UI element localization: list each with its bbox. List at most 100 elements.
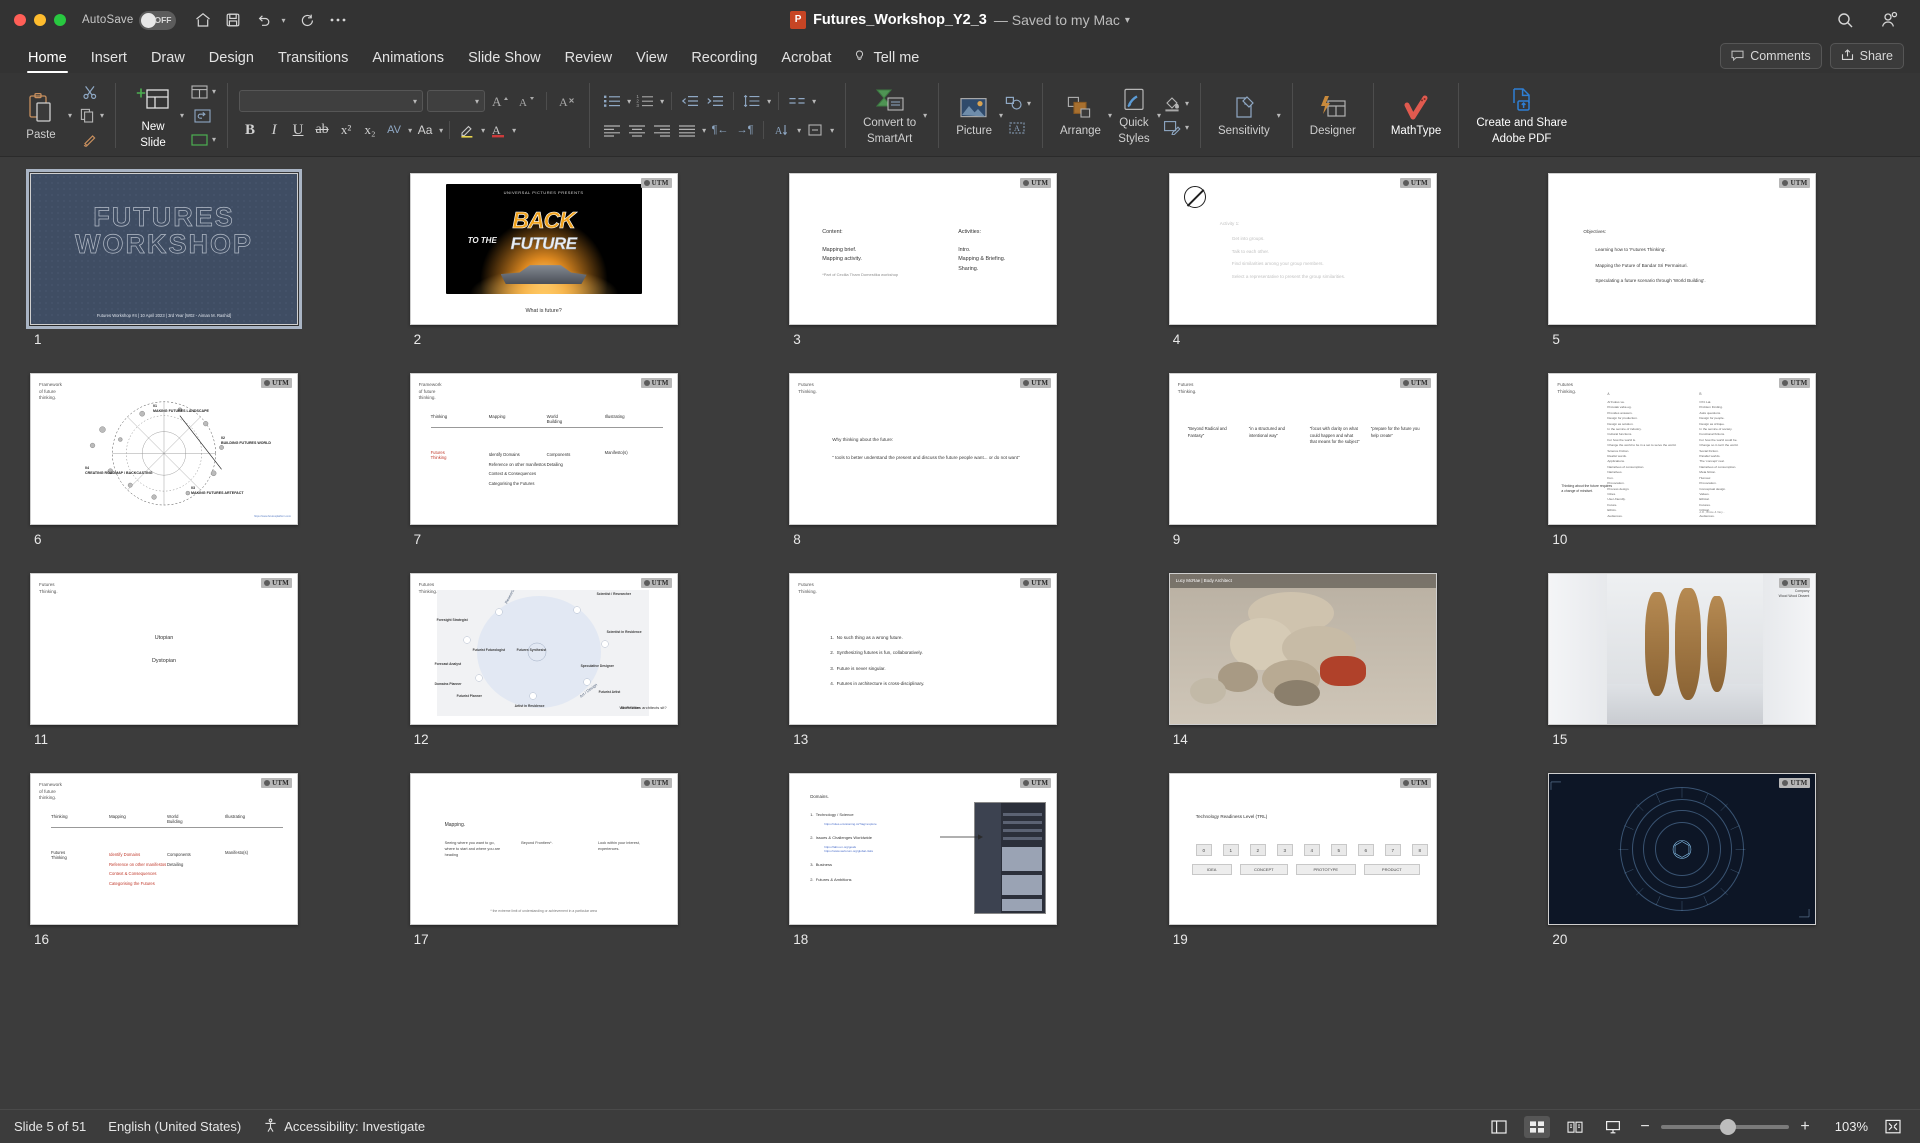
slide-6-link[interactable]: https://www.futuresplatform.com	[254, 515, 291, 518]
tab-view[interactable]: View	[624, 50, 679, 73]
slide-thumbnail-2[interactable]: UNIVERSAL PICTURES PRESENTS BACK TO THE …	[409, 173, 678, 325]
decrease-font-size-icon[interactable]: A	[515, 90, 537, 112]
share-button[interactable]: Share	[1829, 43, 1904, 69]
slide-thumbnail-4[interactable]: Activity 1: Get into groups. Talk to eac…	[1168, 173, 1437, 325]
create-share-adobe-pdf-button[interactable]: Create and Share Adobe PDF	[1470, 77, 1573, 154]
slide-thumbnail-16[interactable]: Framework of future thinking. Thinking M…	[30, 773, 298, 925]
document-menu-chevron-down-icon[interactable]: ▾	[1125, 15, 1130, 26]
paste-button[interactable]: Paste	[15, 77, 67, 154]
new-slide-button[interactable]: New Slide	[127, 77, 179, 154]
save-icon[interactable]	[220, 7, 246, 33]
format-painter-button[interactable]	[79, 129, 101, 151]
tab-insert[interactable]: Insert	[79, 50, 139, 73]
zoom-in-button[interactable]: +	[1798, 1118, 1812, 1136]
slide-thumbnail-19[interactable]: Technology Readiness Level (TRL) 0 1 2 3…	[1168, 773, 1437, 925]
slide-thumbnail-6[interactable]: Framework of future thinking. 01 MAKING …	[30, 373, 298, 525]
maximize-window-button[interactable]	[54, 14, 66, 26]
character-spacing-icon[interactable]: AV	[383, 119, 405, 141]
text-highlight-icon[interactable]	[456, 119, 478, 141]
minimize-window-button[interactable]	[34, 14, 46, 26]
columns-chevron-down-icon[interactable]: ▾	[812, 97, 816, 106]
close-window-button[interactable]	[14, 14, 26, 26]
bold-button[interactable]: B	[239, 119, 261, 141]
slide-sorter-grid[interactable]: FUTURES WORKSHOP Futures Workshop #4 | 1…	[0, 157, 1920, 1117]
shape-fill-button[interactable]: ▾	[1161, 93, 1189, 115]
normal-view-button[interactable]	[1486, 1116, 1512, 1138]
slide-cell[interactable]: UTM 20	[1548, 773, 1890, 973]
slide-thumbnail-3[interactable]: Content: Mapping brief. Mapping activity…	[789, 173, 1058, 325]
slide-cell[interactable]: Futures Thinking. 1. No such thing as a …	[789, 573, 1131, 773]
tab-review[interactable]: Review	[553, 50, 625, 73]
smartart-chevron-down-icon[interactable]: ▾	[922, 77, 927, 154]
copy-button[interactable]: ▾	[76, 105, 104, 127]
font-name-chevron-down-icon[interactable]: ▾	[413, 97, 417, 106]
slide-cell[interactable]: Futures Thinking. Research / Engineering…	[409, 573, 752, 773]
comments-button[interactable]: Comments	[1720, 43, 1822, 69]
slide-thumbnail-9[interactable]: Futures Thinking. "Beyond Radical and Fa…	[1168, 373, 1437, 525]
zoom-slider-track[interactable]	[1661, 1118, 1789, 1135]
slide-thumbnail-14[interactable]: Lucy McRae | Body Architect	[1168, 573, 1437, 725]
sensitivity-button[interactable]: Sensitivity	[1212, 77, 1276, 154]
change-case-icon[interactable]: Aa	[414, 119, 436, 141]
bullets-icon[interactable]	[601, 90, 623, 112]
autosave-control[interactable]: AutoSave OFF	[82, 10, 177, 30]
slide-cell[interactable]: FUTURES WORKSHOP Futures Workshop #4 | 1…	[26, 169, 372, 373]
search-icon[interactable]	[1832, 7, 1858, 33]
tab-slide-show[interactable]: Slide Show	[456, 50, 553, 73]
accessibility-status[interactable]: Accessibility: Investigate	[263, 1118, 425, 1136]
home-icon[interactable]	[190, 7, 216, 33]
slide-cell[interactable]: Mapping. Seeing where you want to go, wh…	[409, 773, 752, 973]
tab-draw[interactable]: Draw	[139, 50, 197, 73]
shape-outline-button[interactable]: ▾	[1161, 117, 1189, 139]
zoom-slider-handle[interactable]	[1719, 1118, 1736, 1135]
undo-chevron-down-icon[interactable]: ▾	[281, 16, 285, 25]
tab-transitions[interactable]: Transitions	[266, 50, 360, 73]
increase-font-size-icon[interactable]: A	[489, 90, 511, 112]
slide-thumbnail-8[interactable]: Futures Thinking. Why thinking about the…	[789, 373, 1058, 525]
slide-thumbnail-7[interactable]: Framework of future thinking. Thinking M…	[409, 373, 678, 525]
zoom-percentage[interactable]: 103%	[1824, 1119, 1868, 1134]
superscript-button[interactable]: x²	[335, 119, 357, 141]
slide-cell[interactable]: Domains. 1. Technology / Science https:/…	[789, 773, 1131, 973]
reset-slide-button[interactable]	[191, 105, 213, 127]
slide-cell[interactable]: External Project / Company Wood Wood Dis…	[1548, 573, 1890, 773]
slide-cell[interactable]: Framework of future thinking. Thinking M…	[30, 773, 372, 973]
subscript-button[interactable]: x₂	[359, 119, 381, 141]
quick-styles-button[interactable]: Quick Styles	[1112, 77, 1156, 154]
slide-18-link-0[interactable]: https://sites.envisioning.io/?tag=explor…	[824, 822, 960, 827]
underline-button[interactable]: U	[287, 119, 309, 141]
line-spacing-icon[interactable]	[741, 90, 763, 112]
slide-thumbnail-20[interactable]: UTM	[1548, 773, 1817, 925]
slide-thumbnail-13[interactable]: Futures Thinking. 1. No such thing as a …	[789, 573, 1058, 725]
italic-button[interactable]: I	[263, 119, 285, 141]
slide-cell[interactable]: Framework of future thinking. Thinking M…	[409, 373, 752, 573]
text-direction-chevron-down-icon[interactable]: ▾	[797, 126, 801, 135]
slide-cell[interactable]: Futures Thinking. Utopian Dystopian UTM …	[30, 573, 372, 773]
justify-icon[interactable]	[676, 119, 698, 141]
tab-home[interactable]: Home	[16, 50, 79, 73]
tab-acrobat[interactable]: Acrobat	[769, 50, 843, 73]
columns-icon[interactable]	[786, 90, 808, 112]
font-name-combobox[interactable]: ▾	[239, 90, 424, 112]
align-text-icon[interactable]	[804, 119, 826, 141]
zoom-slider-control[interactable]: − +	[1638, 1118, 1812, 1136]
slide-cell[interactable]: Futures Thinking. Why thinking about the…	[789, 373, 1131, 573]
slide-cell[interactable]: Objectives: Learning how to 'Futures Thi…	[1548, 173, 1890, 373]
font-size-combobox[interactable]: ▾	[427, 90, 486, 112]
slide-cell[interactable]: UNIVERSAL PICTURES PRESENTS BACK TO THE …	[409, 173, 752, 373]
designer-button[interactable]: Designer	[1304, 77, 1362, 154]
tab-recording[interactable]: Recording	[679, 50, 769, 73]
slide-thumbnail-10[interactable]: Futures Thinking. A B Af Fokus va. Protot…	[1548, 373, 1817, 525]
document-name[interactable]: Futures_Workshop_Y2_3	[813, 12, 987, 28]
user-account-icon[interactable]	[1876, 7, 1902, 33]
window-controls[interactable]	[14, 14, 66, 26]
slide-thumbnail-15[interactable]: External Project / Company Wood Wood Dis…	[1548, 573, 1817, 725]
fit-to-window-button[interactable]	[1880, 1116, 1906, 1138]
slide-thumbnail-17[interactable]: Mapping. Seeing where you want to go, wh…	[409, 773, 678, 925]
picture-button[interactable]: Picture	[950, 77, 998, 154]
slide-thumbnail-18[interactable]: Domains. 1. Technology / Science https:/…	[789, 773, 1058, 925]
line-spacing-chevron-down-icon[interactable]: ▾	[767, 97, 771, 106]
undo-icon[interactable]	[250, 7, 276, 33]
slide-thumbnail-1[interactable]: FUTURES WORKSHOP Futures Workshop #4 | 1…	[26, 169, 302, 329]
slide-cell[interactable]: Futures Thinking. A B Af Fokus va. Protot…	[1548, 373, 1890, 573]
